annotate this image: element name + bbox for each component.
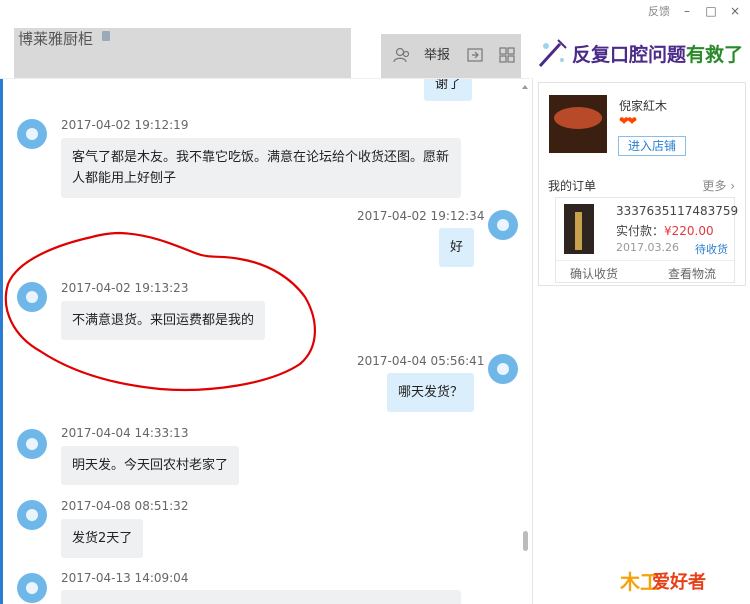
enter-store-button[interactable]: 进入店铺: [618, 136, 686, 156]
title-block: 博莱雅厨柜: [14, 28, 351, 78]
people-icon[interactable]: [393, 46, 411, 64]
message-timestamp: 2017-04-02 19:12:34: [357, 209, 485, 223]
more-orders-link[interactable]: 更多 ›: [702, 177, 735, 194]
chat-header: 博莱雅厨柜 举报: [0, 28, 530, 78]
maximize-icon[interactable]: □: [704, 4, 718, 18]
my-avatar[interactable]: [488, 354, 518, 384]
view-logistics-button[interactable]: 查看物流: [668, 265, 716, 282]
message-bubble-seller: 不满意退货。来回运费都是我的: [61, 301, 266, 340]
order-actions: 确认收货 查看物流: [556, 260, 734, 282]
order-date: 2017.03.26: [616, 241, 679, 254]
confirm-receipt-button[interactable]: 确认收货: [570, 265, 618, 282]
header-tools: 举报: [381, 34, 521, 78]
window-controls: 反馈 – □ ×: [648, 0, 750, 22]
message-timestamp: 2017-04-13 14:09:04: [61, 571, 189, 585]
message-bubble-seller: 客气了都是木友。我不靠它吃饭。满意在论坛给个收货还图。愿新人都能用上好刨子: [61, 138, 461, 198]
ad-banner[interactable]: 反复口腔问题有救了: [530, 28, 750, 78]
message-bubble-mine: 好: [439, 228, 475, 267]
seller-avatar[interactable]: [17, 573, 47, 603]
report-button[interactable]: 举报: [424, 44, 450, 63]
message-timestamp: 2017-04-04 14:33:13: [61, 426, 189, 440]
watermark-logo: 木工 爱好者: [620, 570, 706, 594]
order-payment: 实付款：¥220.00: [616, 224, 714, 238]
share-icon[interactable]: [466, 46, 484, 64]
message-bubble-seller: 明天发。今天回农村老家了: [61, 446, 240, 485]
close-icon[interactable]: ×: [728, 4, 742, 18]
message-timestamp: 2017-04-02 19:13:23: [61, 281, 189, 295]
chat-title: 博莱雅厨柜: [18, 30, 94, 48]
minimize-icon[interactable]: –: [680, 4, 694, 18]
message-bubble-seller: [61, 590, 461, 604]
message-timestamp: 2017-04-02 19:12:19: [61, 118, 189, 132]
message-timestamp: 2017-04-08 08:51:32: [61, 499, 189, 513]
order-card: 3337635117483759 实付款：¥220.00 2017.03.26 …: [555, 197, 738, 283]
scroll-thumb[interactable]: [523, 531, 528, 551]
seller-avatar[interactable]: [17, 119, 47, 149]
chat-scrollbar[interactable]: [521, 85, 529, 603]
orders-title: 我的订单: [548, 179, 597, 193]
scroll-up-icon[interactable]: [522, 85, 528, 89]
shop-name[interactable]: 倪家紅木: [619, 97, 667, 114]
toothbrush-icon: [538, 39, 567, 68]
side-panel: 倪家紅木 ❤❤ 进入店铺 我的订单 更多 › 3337635117483759 …: [532, 78, 750, 604]
banner-text: 反复口腔问题有救了: [572, 44, 744, 66]
seller-avatar[interactable]: [17, 282, 47, 312]
my-avatar[interactable]: [488, 210, 518, 240]
message-bubble-mine: 哪天发货？: [387, 373, 475, 412]
apps-grid-icon[interactable]: [498, 46, 516, 64]
message-bubble-seller: 发货2天了: [61, 519, 144, 558]
seller-avatar[interactable]: [17, 500, 47, 530]
feedback-link[interactable]: 反馈: [648, 3, 670, 19]
shop-card: 倪家紅木 ❤❤ 进入店铺 我的订单 更多 › 3337635117483759 …: [538, 82, 746, 286]
message-timestamp: 2017-04-04 05:56:41: [357, 354, 485, 368]
message-bubble-mine: 谢了: [424, 79, 473, 101]
chat-history: 谢了 2017-04-02 19:12:19 客气了都是木友。我不靠它吃饭。满意…: [0, 78, 530, 604]
shop-rating-hearts: ❤❤: [619, 114, 637, 128]
seller-avatar[interactable]: [17, 429, 47, 459]
shop-logo[interactable]: [549, 95, 607, 153]
order-status: 待收货: [695, 243, 728, 256]
seller-tag-icon: [102, 31, 110, 41]
order-id[interactable]: 3337635117483759: [616, 204, 738, 218]
order-thumbnail[interactable]: [564, 204, 594, 254]
